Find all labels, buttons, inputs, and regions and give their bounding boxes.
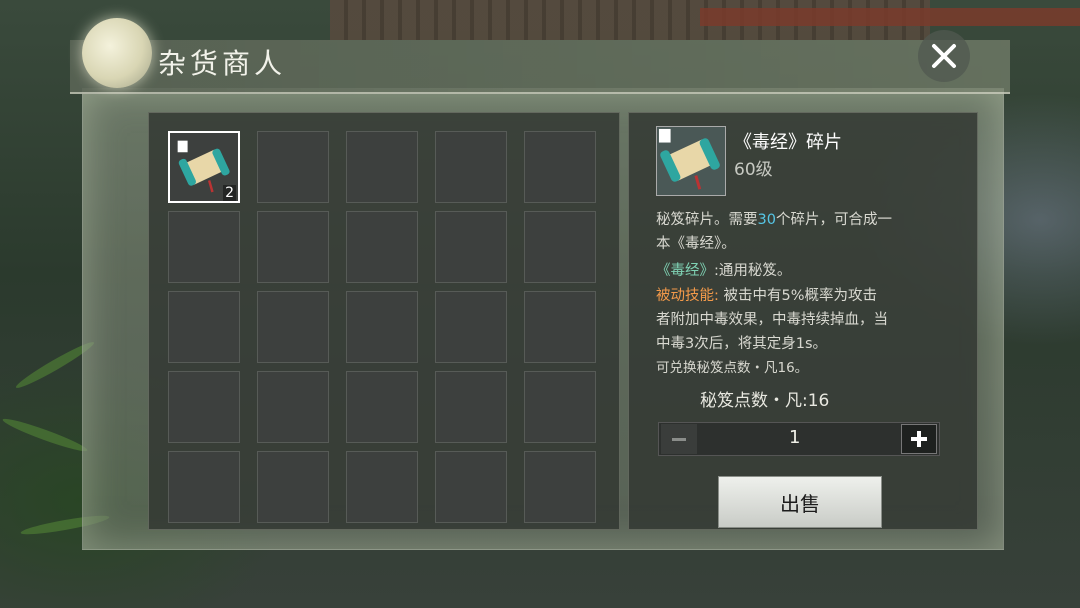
inventory-slot[interactable] xyxy=(257,131,329,203)
inventory-slot[interactable] xyxy=(435,131,507,203)
inventory-slot[interactable] xyxy=(435,451,507,523)
item-level: 60级 xyxy=(734,160,773,180)
inventory-slot[interactable] xyxy=(168,451,240,523)
inventory-slot[interactable] xyxy=(346,451,418,523)
inventory-slot[interactable] xyxy=(435,211,507,283)
description-line: 者附加中毒效果，中毒持续掉血，当 xyxy=(656,312,888,328)
leaf-decoration xyxy=(1,414,89,456)
inventory-slot[interactable] xyxy=(346,211,418,283)
inventory-slot[interactable] xyxy=(346,291,418,363)
description-text: 被击中有5%概率为攻击 xyxy=(718,288,878,304)
minus-icon xyxy=(672,438,686,441)
decrease-button[interactable] xyxy=(661,424,697,454)
points-label: 秘笈点数・凡: xyxy=(700,391,808,411)
inventory-slot[interactable] xyxy=(168,291,240,363)
increase-button[interactable] xyxy=(901,424,937,454)
description-line: 本《毒经》。 xyxy=(656,236,736,252)
description-line: 中毒3次后，将其定身1s。 xyxy=(656,336,828,352)
inventory-slot[interactable] xyxy=(257,371,329,443)
inventory-slot[interactable] xyxy=(524,451,596,523)
passive-skill-label: 被动技能: xyxy=(656,288,719,304)
inventory-slot[interactable] xyxy=(346,371,418,443)
points-value: 16 xyxy=(807,391,830,411)
window-title: 杂货商人 xyxy=(158,47,287,80)
inventory-slot[interactable] xyxy=(168,211,240,283)
description-line: 《毒经》:通用秘笈。 xyxy=(656,259,956,283)
close-button[interactable] xyxy=(918,30,970,82)
description-line: 秘笈碎片。需要30个碎片，可合成一 xyxy=(656,208,956,232)
book-name-link: 《毒经》 xyxy=(656,263,714,279)
inventory-slot[interactable] xyxy=(524,131,596,203)
inventory-slot[interactable] xyxy=(346,131,418,203)
description-line: 被动技能: 被击中有5%概率为攻击 xyxy=(656,284,956,308)
close-icon xyxy=(932,44,956,68)
item-name: 《毒经》碎片 xyxy=(734,132,842,153)
quantity-value[interactable]: 1 xyxy=(789,427,800,448)
inventory-slot[interactable] xyxy=(524,211,596,283)
secret-points: 秘笈点数・凡:16 xyxy=(700,386,829,411)
required-count: 30 xyxy=(757,212,776,228)
inventory-slot[interactable] xyxy=(257,451,329,523)
inventory-slot[interactable] xyxy=(524,371,596,443)
scroll-icon xyxy=(658,128,720,190)
sell-button[interactable]: 出售 xyxy=(718,476,882,528)
description-text: 秘笈碎片。需要 xyxy=(656,212,758,228)
description-text: 个碎片，可合成一 xyxy=(775,212,892,228)
plus-icon xyxy=(911,431,927,447)
inventory-slot[interactable] xyxy=(435,371,507,443)
inventory-slot[interactable] xyxy=(435,291,507,363)
quantity-stepper: 1 xyxy=(658,422,940,456)
description-line: 可兑换秘笈点数・凡16。 xyxy=(656,360,809,376)
inventory-slot[interactable] xyxy=(168,371,240,443)
description-text: :通用秘笈。 xyxy=(714,263,792,279)
inventory-slot[interactable] xyxy=(257,211,329,283)
item-count: 2 xyxy=(223,185,236,201)
inventory-slot[interactable] xyxy=(257,291,329,363)
moon-emblem-icon xyxy=(82,18,152,88)
item-detail-icon xyxy=(656,126,726,196)
inventory-slot[interactable] xyxy=(524,291,596,363)
inventory-slot-selected[interactable]: 2 xyxy=(168,131,240,203)
roof-beam-decoration xyxy=(700,8,1080,26)
